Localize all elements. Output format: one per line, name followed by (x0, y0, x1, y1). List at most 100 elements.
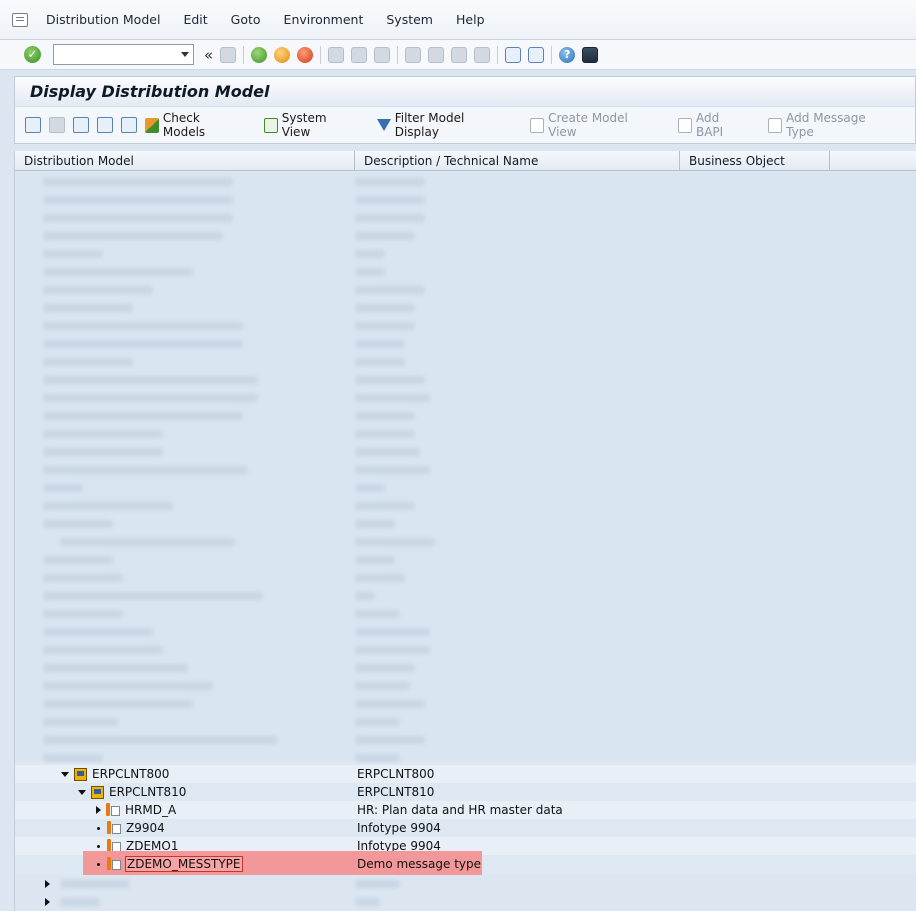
redacted-row (355, 340, 405, 348)
redacted-row (43, 718, 118, 726)
menu-edit[interactable]: Edit (183, 12, 207, 27)
redacted-row (43, 628, 153, 636)
redacted-row (355, 574, 405, 582)
redacted-row (355, 736, 425, 744)
table-header: Distribution Model Description / Technic… (15, 151, 916, 171)
shortcut-icon[interactable] (528, 46, 545, 63)
redacted-row (43, 250, 103, 258)
redacted-row (60, 898, 100, 906)
filter-model-display-button[interactable]: Filter Model Display (376, 111, 512, 139)
tree-node-label[interactable]: ERPCLNT810 (109, 785, 186, 799)
column-header-business-object[interactable]: Business Object (680, 151, 830, 171)
title-bar: Display Distribution Model (14, 76, 916, 106)
redacted-row (43, 700, 193, 708)
redacted-row (355, 592, 375, 600)
last-page-icon[interactable] (474, 46, 491, 63)
redacted-row (43, 466, 248, 474)
toolbar-separator (551, 45, 553, 64)
menu-goto[interactable]: Goto (231, 12, 261, 27)
tree-row-zdemo-messtype[interactable]: ZDEMO_MESSTYPE Demo message type (15, 855, 916, 873)
tree-row-erpclnt810[interactable]: ERPCLNT810 ERPCLNT810 (15, 783, 916, 801)
create-model-view-button[interactable]: Create Model View (530, 111, 660, 139)
delete-icon[interactable] (48, 117, 65, 133)
redacted-row (43, 196, 233, 204)
system-view-button[interactable]: System View (263, 111, 359, 139)
redacted-row (355, 286, 425, 294)
previous-page-icon[interactable] (428, 46, 445, 63)
add-message-type-button[interactable]: Add Message Type (768, 111, 897, 139)
system-view-icon (263, 117, 278, 133)
leaf-node-icon (97, 862, 100, 866)
find-next-icon[interactable] (374, 46, 391, 63)
expand-icon[interactable] (96, 117, 113, 133)
expand-node-icon[interactable] (45, 880, 50, 888)
tree-row-z9904[interactable]: Z9904 Infotype 9904 (15, 819, 916, 837)
redacted-row (43, 574, 123, 582)
layout-menu-icon[interactable] (582, 46, 599, 63)
command-dropdown-arrow-icon[interactable] (181, 52, 189, 57)
save-icon[interactable] (220, 46, 237, 63)
menu-system[interactable]: System (386, 12, 433, 27)
redacted-tree-rows (15, 172, 916, 762)
cancel-icon[interactable] (297, 46, 314, 63)
page-title: Display Distribution Model (30, 82, 270, 101)
tree-row-erpclnt800[interactable]: ERPCLNT800 ERPCLNT800 (15, 765, 916, 783)
new-session-icon[interactable] (505, 46, 522, 63)
command-field[interactable] (53, 44, 194, 65)
standard-toolbar: ✓ « ? (0, 40, 916, 70)
redacted-row (43, 448, 163, 456)
redacted-row (355, 322, 415, 330)
first-page-icon[interactable] (405, 46, 422, 63)
redacted-row (355, 412, 415, 420)
redacted-row (43, 754, 103, 762)
add-bapi-button[interactable]: Add BAPI (677, 111, 750, 139)
redacted-row (43, 178, 233, 186)
tree-row-hrmd-a[interactable]: HRMD_A HR: Plan data and HR master data (15, 801, 916, 819)
column-header-description[interactable]: Description / Technical Name (355, 151, 680, 171)
find-icon[interactable] (351, 46, 368, 63)
redacted-row (355, 430, 415, 438)
detail-icon[interactable] (72, 117, 89, 133)
collapse-command-icon[interactable]: « (204, 46, 213, 64)
expand-node-icon[interactable] (96, 806, 101, 814)
redacted-row (355, 250, 385, 258)
menu-help[interactable]: Help (456, 12, 485, 27)
expand-node-icon[interactable] (45, 898, 50, 906)
tree-node-label[interactable]: ERPCLNT800 (92, 767, 169, 781)
toolbar-separator (243, 45, 245, 64)
exit-icon[interactable] (274, 46, 291, 63)
expand-node-icon[interactable] (78, 789, 86, 795)
redacted-row (355, 268, 385, 276)
filter-icon (376, 119, 391, 131)
tree-node-label[interactable]: Z9904 (126, 821, 165, 835)
back-icon[interactable] (251, 46, 268, 63)
next-page-icon[interactable] (451, 46, 468, 63)
add-bapi-label: Add BAPI (695, 111, 724, 139)
distribution-model-tree: Distribution Model Description / Technic… (14, 151, 916, 911)
window-menu-icon[interactable] (12, 12, 28, 27)
display-change-icon[interactable] (25, 117, 41, 133)
menu-distribution-model[interactable]: Distribution Model (46, 12, 160, 27)
enter-checkmark-icon[interactable]: ✓ (24, 46, 41, 63)
check-models-label: Check Models (162, 111, 206, 139)
tree-node-label-selected[interactable]: ZDEMO_MESSTYPE (125, 856, 243, 872)
add-message-type-label: Add Message Type (786, 111, 866, 139)
redacted-row (43, 214, 233, 222)
check-models-button[interactable]: Check Models (144, 111, 246, 139)
menu-environment[interactable]: Environment (284, 12, 364, 27)
command-input[interactable] (54, 45, 174, 64)
print-icon[interactable] (328, 46, 345, 63)
redacted-row (355, 538, 435, 546)
collapse-icon[interactable] (120, 117, 137, 133)
tree-node-label[interactable]: HRMD_A (125, 803, 176, 817)
expand-node-icon[interactable] (61, 771, 69, 777)
help-icon[interactable]: ? (559, 46, 576, 63)
toolbar-separator (320, 45, 322, 64)
column-header-distribution-model[interactable]: Distribution Model (15, 151, 355, 171)
create-model-view-label: Create Model View (548, 111, 628, 139)
redacted-row (43, 304, 133, 312)
redacted-row (355, 646, 430, 654)
redacted-row (355, 358, 405, 366)
redacted-row (355, 232, 415, 240)
toolbar-separator (397, 45, 399, 64)
